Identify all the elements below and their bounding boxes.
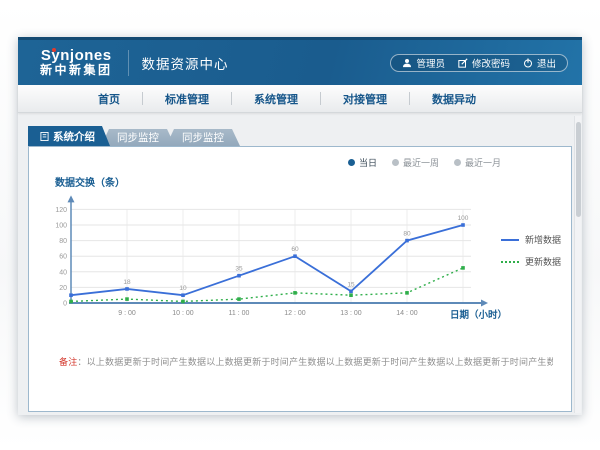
svg-text:9 : 00: 9 : 00	[118, 310, 136, 317]
radio-dot-icon	[348, 159, 355, 166]
radio-dot-icon	[392, 159, 399, 166]
document-icon	[40, 132, 49, 141]
nav-item-data-change[interactable]: 数据异动	[410, 91, 498, 107]
header: Synjones 新中新集团 数据资源中心 管理员 修改密码 退出	[18, 37, 582, 85]
vertical-scrollbar[interactable]	[574, 116, 581, 413]
svg-text:120: 120	[55, 207, 67, 214]
svg-text:13 : 00: 13 : 00	[340, 310, 362, 317]
tab-sync-monitor-1[interactable]: 同步监控	[101, 129, 175, 146]
svg-text:11 : 00: 11 : 00	[229, 310, 250, 317]
logo-red-dot	[52, 48, 56, 52]
footer-note: 备注：以上数据更新于时间产生数据以上数据更新于时间产生数据以上数据更新于时间产生…	[59, 355, 553, 368]
svg-text:100: 100	[55, 223, 67, 230]
tab-system-intro[interactable]: 系统介绍	[28, 126, 110, 146]
admin-button[interactable]: 管理员	[402, 56, 445, 70]
user-menu: 管理员 修改密码 退出	[390, 54, 568, 72]
blue-line-swatch-icon	[501, 239, 519, 241]
content-panel: 当日 最近一周 最近一月 数据交换（条） 0 20 40 60 80 100 120 9 : …	[28, 146, 572, 412]
note-label: 备注	[59, 357, 77, 367]
period-filter-group: 当日 最近一周 最近一月	[348, 156, 501, 169]
note-text: ：以上数据更新于时间产生数据以上数据更新于时间产生数据以上数据更新于时间产生数据…	[77, 357, 553, 367]
page-background: Synjones 新中新集团 数据资源中心 管理员 修改密码 退出	[0, 0, 600, 450]
svg-text:10 : 00: 10 : 00	[172, 310, 194, 317]
svg-text:20: 20	[59, 285, 67, 292]
logo-text: Synjones	[40, 48, 113, 65]
logo: Synjones 新中新集团	[40, 48, 113, 78]
chart-x-axis-title: 日期（小时）	[450, 307, 507, 321]
nav-bar: 首页 标准管理 系统管理 对接管理 数据异动	[18, 85, 582, 113]
svg-text:14 : 00: 14 : 00	[396, 310, 418, 317]
tab-sync-monitor-2[interactable]: 同步监控	[166, 129, 240, 146]
nav-item-system-mgmt[interactable]: 系统管理	[232, 91, 320, 107]
radio-dot-icon	[454, 159, 461, 166]
svg-text:80: 80	[59, 238, 67, 245]
company-name: 新中新集团	[40, 64, 113, 77]
radio-last-week[interactable]: 最近一周	[392, 156, 439, 169]
chart-y-axis-title: 数据交换（条）	[55, 174, 125, 189]
chart-legend: 新增数据 更新数据	[501, 233, 561, 268]
nav-item-home[interactable]: 首页	[76, 91, 142, 107]
tab-bar: 系统介绍 同步监控 同步监控	[28, 126, 582, 146]
legend-item-new-data: 新增数据	[501, 233, 561, 246]
power-icon	[523, 58, 533, 68]
page-title: 数据资源中心	[142, 53, 229, 73]
svg-text:18: 18	[123, 279, 131, 286]
svg-text:60: 60	[59, 254, 67, 261]
svg-text:100: 100	[458, 215, 469, 222]
change-password-button[interactable]: 修改密码	[458, 56, 510, 70]
legend-item-updated-data: 更新数据	[501, 255, 561, 268]
svg-text:0: 0	[63, 301, 67, 308]
header-divider	[128, 50, 129, 76]
app-window: Synjones 新中新集团 数据资源中心 管理员 修改密码 退出	[18, 37, 582, 415]
nav-item-standard-mgmt[interactable]: 标准管理	[143, 91, 231, 107]
svg-text:12 : 00: 12 : 00	[284, 310, 306, 317]
radio-last-month[interactable]: 最近一月	[454, 156, 501, 169]
green-dotted-swatch-icon	[501, 261, 519, 263]
svg-text:80: 80	[403, 231, 411, 238]
svg-text:35: 35	[235, 266, 243, 273]
edit-icon	[458, 58, 468, 68]
svg-text:15: 15	[347, 281, 355, 288]
svg-text:40: 40	[59, 269, 67, 276]
svg-text:60: 60	[291, 246, 299, 253]
radio-today[interactable]: 当日	[348, 156, 377, 169]
nav-item-interface-mgmt[interactable]: 对接管理	[321, 91, 409, 107]
person-icon	[402, 58, 412, 68]
logout-button[interactable]: 退出	[523, 56, 556, 70]
svg-text:10: 10	[179, 285, 187, 292]
